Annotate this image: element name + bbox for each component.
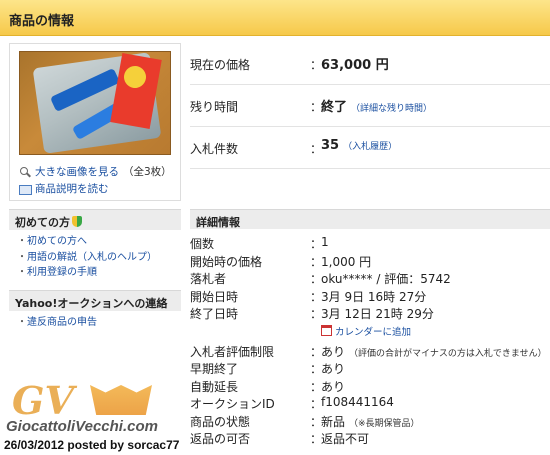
detail-row: 入札者評価制限：あり （評価の合計がマイナスの方は入札できません） [190, 344, 547, 359]
help-link-guide[interactable]: 初めての方へ [17, 234, 173, 250]
detail-row: 落札者： oku***** / 評価：5742 [190, 270, 451, 287]
add-to-calendar-link[interactable]: カレンダーに追加 [321, 324, 411, 338]
enlarge-image-link[interactable]: 大きな画像を見る （全3枚） [19, 164, 172, 179]
details-title: 詳細情報 [190, 209, 550, 229]
auction-id: f108441164 [321, 395, 394, 409]
watermark-mask-icon [90, 385, 152, 415]
item-photo-box: 大きな画像を見る （全3枚） 商品説明を読む [9, 43, 181, 201]
details-list: 個数： 1 開始時の価格： 1,000 円 落札者： oku***** / 評価：57… [190, 229, 550, 446]
price-summary: 現在の価格 ： 63,000 円 残り時間 ： 終了 （詳細な残り時間） 入札件数… [190, 43, 550, 169]
remaining-time-row: 残り時間 ： 終了 （詳細な残り時間） [190, 85, 550, 127]
detail-row: 開始日時： 3月 9日 16時 27分 [190, 289, 427, 304]
bid-history-link[interactable]: （入札履歴） [343, 142, 397, 152]
detail-row: オークションID： f108441164 [190, 395, 394, 411]
remaining-time: 終了 [321, 100, 348, 115]
magnifier-icon [19, 166, 31, 178]
post-credit: 26/03/2012 posted by sorcac77 [4, 438, 180, 452]
report-violation-link[interactable]: 違反商品の申告 [17, 315, 173, 331]
help-link-registration[interactable]: 利用登録の手順 [17, 265, 173, 281]
detail-row: 返品の可否：返品不可 [190, 432, 370, 446]
detailed-remaining-link[interactable]: （詳細な残り時間） [351, 104, 432, 114]
contact-panel: Yahoo!オークションへの連絡 違反商品の申告 [9, 290, 181, 335]
section-title: 商品の情報 [9, 14, 75, 29]
first-time-title: 初めての方 [15, 216, 70, 229]
detail-row: 終了日時： 3月 12日 21時 29分 [190, 307, 434, 321]
calendar-row: カレンダーに追加 [190, 321, 550, 341]
section-header: 商品の情報 [0, 0, 550, 36]
detail-row: 商品の状態：新品 （※長期保管品） [190, 414, 420, 429]
current-price-row: 現在の価格 ： 63,000 円 [190, 43, 550, 85]
watermark-site: GiocattoliVecchi.com [6, 418, 158, 435]
item-photo[interactable] [19, 51, 171, 155]
calendar-icon [321, 325, 332, 336]
current-price: 63,000 円 [321, 58, 389, 73]
detail-row: 自動延長：あり [190, 379, 346, 394]
watermark-logo: GV [12, 378, 74, 423]
read-description-link[interactable]: 商品説明を読む [19, 181, 109, 196]
bid-count: 35 [321, 138, 340, 153]
book-icon [19, 183, 32, 195]
first-time-panel: 初めての方 初めての方へ 用語の解説（入札のヘルプ） 利用登録の手順 [9, 209, 181, 285]
detail-row: 早期終了：あり [190, 362, 346, 376]
detail-row: 開始時の価格： 1,000 円 [190, 254, 372, 269]
help-link-glossary[interactable]: 用語の解説（入札のヘルプ） [17, 250, 173, 266]
beginner-leaf-icon [72, 216, 82, 227]
image-count: （全3枚） [123, 166, 172, 178]
details-panel: 詳細情報 個数： 1 開始時の価格： 1,000 円 落札者： oku***** / … [190, 209, 550, 446]
bid-count-row: 入札件数 ： 35 （入札履歴） [190, 127, 550, 169]
contact-title: Yahoo!オークションへの連絡 [9, 290, 181, 311]
winner-link[interactable]: oku***** / 評価：5742 [321, 270, 451, 287]
detail-row: 個数： 1 [190, 235, 329, 251]
